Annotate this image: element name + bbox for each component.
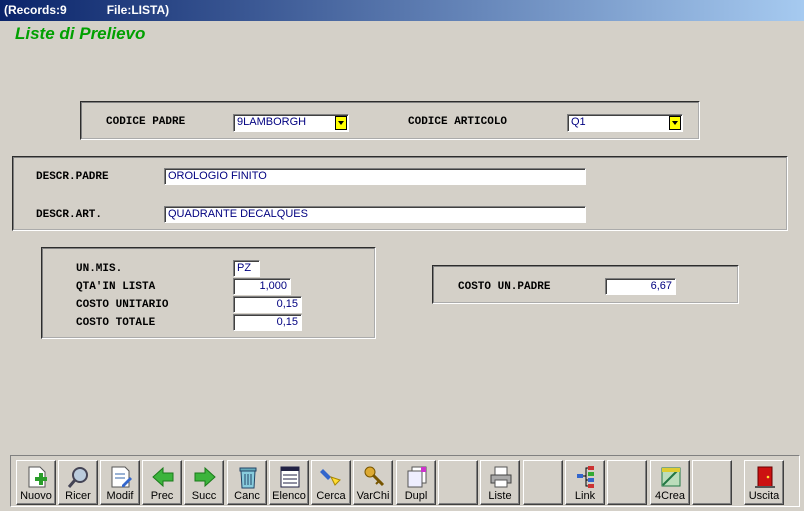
canc-label: Canc [234,490,260,502]
ricer-button[interactable]: Ricer [58,460,98,505]
dupl-button[interactable]: Dupl [396,460,436,505]
costo-totale-label: COSTO TOTALE [76,317,156,329]
nuovo-button[interactable]: Nuovo [16,460,56,505]
empty-button-1[interactable] [438,460,478,505]
quantity-group: UN.MIS. PZ QTA'IN LISTA 1,000 COSTO UNIT… [41,247,376,339]
succ-label: Succ [191,490,217,502]
liste-button[interactable]: Liste [480,460,520,505]
new-document-icon [28,466,47,488]
liste-label: Liste [488,490,512,502]
link-label: Link [574,490,596,502]
printer-icon [490,466,512,488]
costo-padre-label: COSTO UN.PADRE [458,281,551,293]
codice-padre-dropdown-icon[interactable] [335,116,347,130]
toolbar: Nuovo Ricer Modif Prec Succ Canc Elenco … [10,455,800,507]
empty-button-3[interactable] [607,460,647,505]
varchi-label: VarChi [356,490,390,502]
records-count: (Records:9 [4,3,67,17]
costo-padre-field[interactable]: 6,67 [605,278,676,295]
codice-articolo-dropdown-icon[interactable] [669,116,681,130]
codice-articolo-combo[interactable]: Q1 [567,114,683,132]
crea-button[interactable]: 4Crea [650,460,690,505]
codice-padre-value: 9LAMBORGH [237,116,307,128]
title-bar: (Records:9 File:LISTA) [0,0,804,21]
arrow-right-icon [194,466,216,488]
prec-button[interactable]: Prec [142,460,182,505]
descr-padre-label: DESCR.PADRE [36,171,109,183]
codice-articolo-value: Q1 [571,116,586,128]
list-icon [280,466,300,488]
ricer-label: Ricer [65,490,91,502]
costo-unitario-field[interactable]: 0,15 [233,296,302,313]
descr-art-field[interactable]: QUADRANTE DECALQUES [164,206,586,223]
codice-padre-label: CODICE PADRE [106,116,186,128]
canc-button[interactable]: Canc [227,460,267,505]
descr-padre-field[interactable]: OROLOGIO FINITO [164,168,586,185]
unmis-label: UN.MIS. [76,263,123,275]
costo-unitario-label: COSTO UNITARIO [76,299,169,311]
empty-button-2[interactable] [523,460,563,505]
descriptions-group: DESCR.PADRE OROLOGIO FINITO DESCR.ART. Q… [12,156,788,231]
modif-label: Modif [106,490,134,502]
arrow-left-icon [152,466,174,488]
costo-totale-field[interactable]: 0,15 [233,314,302,331]
link-tree-icon [577,466,594,488]
codice-padre-combo[interactable]: 9LAMBORGH [233,114,349,132]
build-icon [661,467,681,487]
dupl-label: Dupl [404,490,428,502]
qta-label: QTA'IN LISTA [76,281,156,293]
codice-articolo-label: CODICE ARTICOLO [408,116,508,128]
search-icon [67,467,88,488]
cerca-button[interactable]: Cerca [311,460,351,505]
keys-icon [364,466,385,487]
link-button[interactable]: Link [565,460,605,505]
trash-icon [239,467,257,489]
descr-art-label: DESCR.ART. [36,209,103,221]
prec-label: Prec [150,490,174,502]
parent-cost-group: COSTO UN.PADRE 6,67 [432,265,739,304]
nuovo-label: Nuovo [20,490,52,502]
modif-button[interactable]: Modif [100,460,140,505]
elenco-label: Elenco [272,490,306,502]
varchi-button[interactable]: VarChi [353,460,393,505]
qta-field[interactable]: 1,000 [233,278,291,295]
edit-document-icon [111,466,132,488]
duplicate-icon [407,466,427,488]
file-name: File:LISTA) [106,3,170,17]
succ-button[interactable]: Succ [184,460,224,505]
crea-label: 4Crea [655,490,685,502]
codes-group: CODICE PADRE 9LAMBORGH CODICE ARTICOLO Q… [80,101,700,140]
exit-door-icon [755,466,775,488]
page-title: Liste di Prelievo [15,24,146,43]
uscita-button[interactable]: Uscita [744,460,784,505]
elenco-button[interactable]: Elenco [269,460,309,505]
uscita-label: Uscita [748,490,780,502]
cerca-label: Cerca [316,490,346,502]
flashlight-icon [320,469,341,486]
unmis-field[interactable]: PZ [233,260,260,277]
empty-button-4[interactable] [692,460,732,505]
